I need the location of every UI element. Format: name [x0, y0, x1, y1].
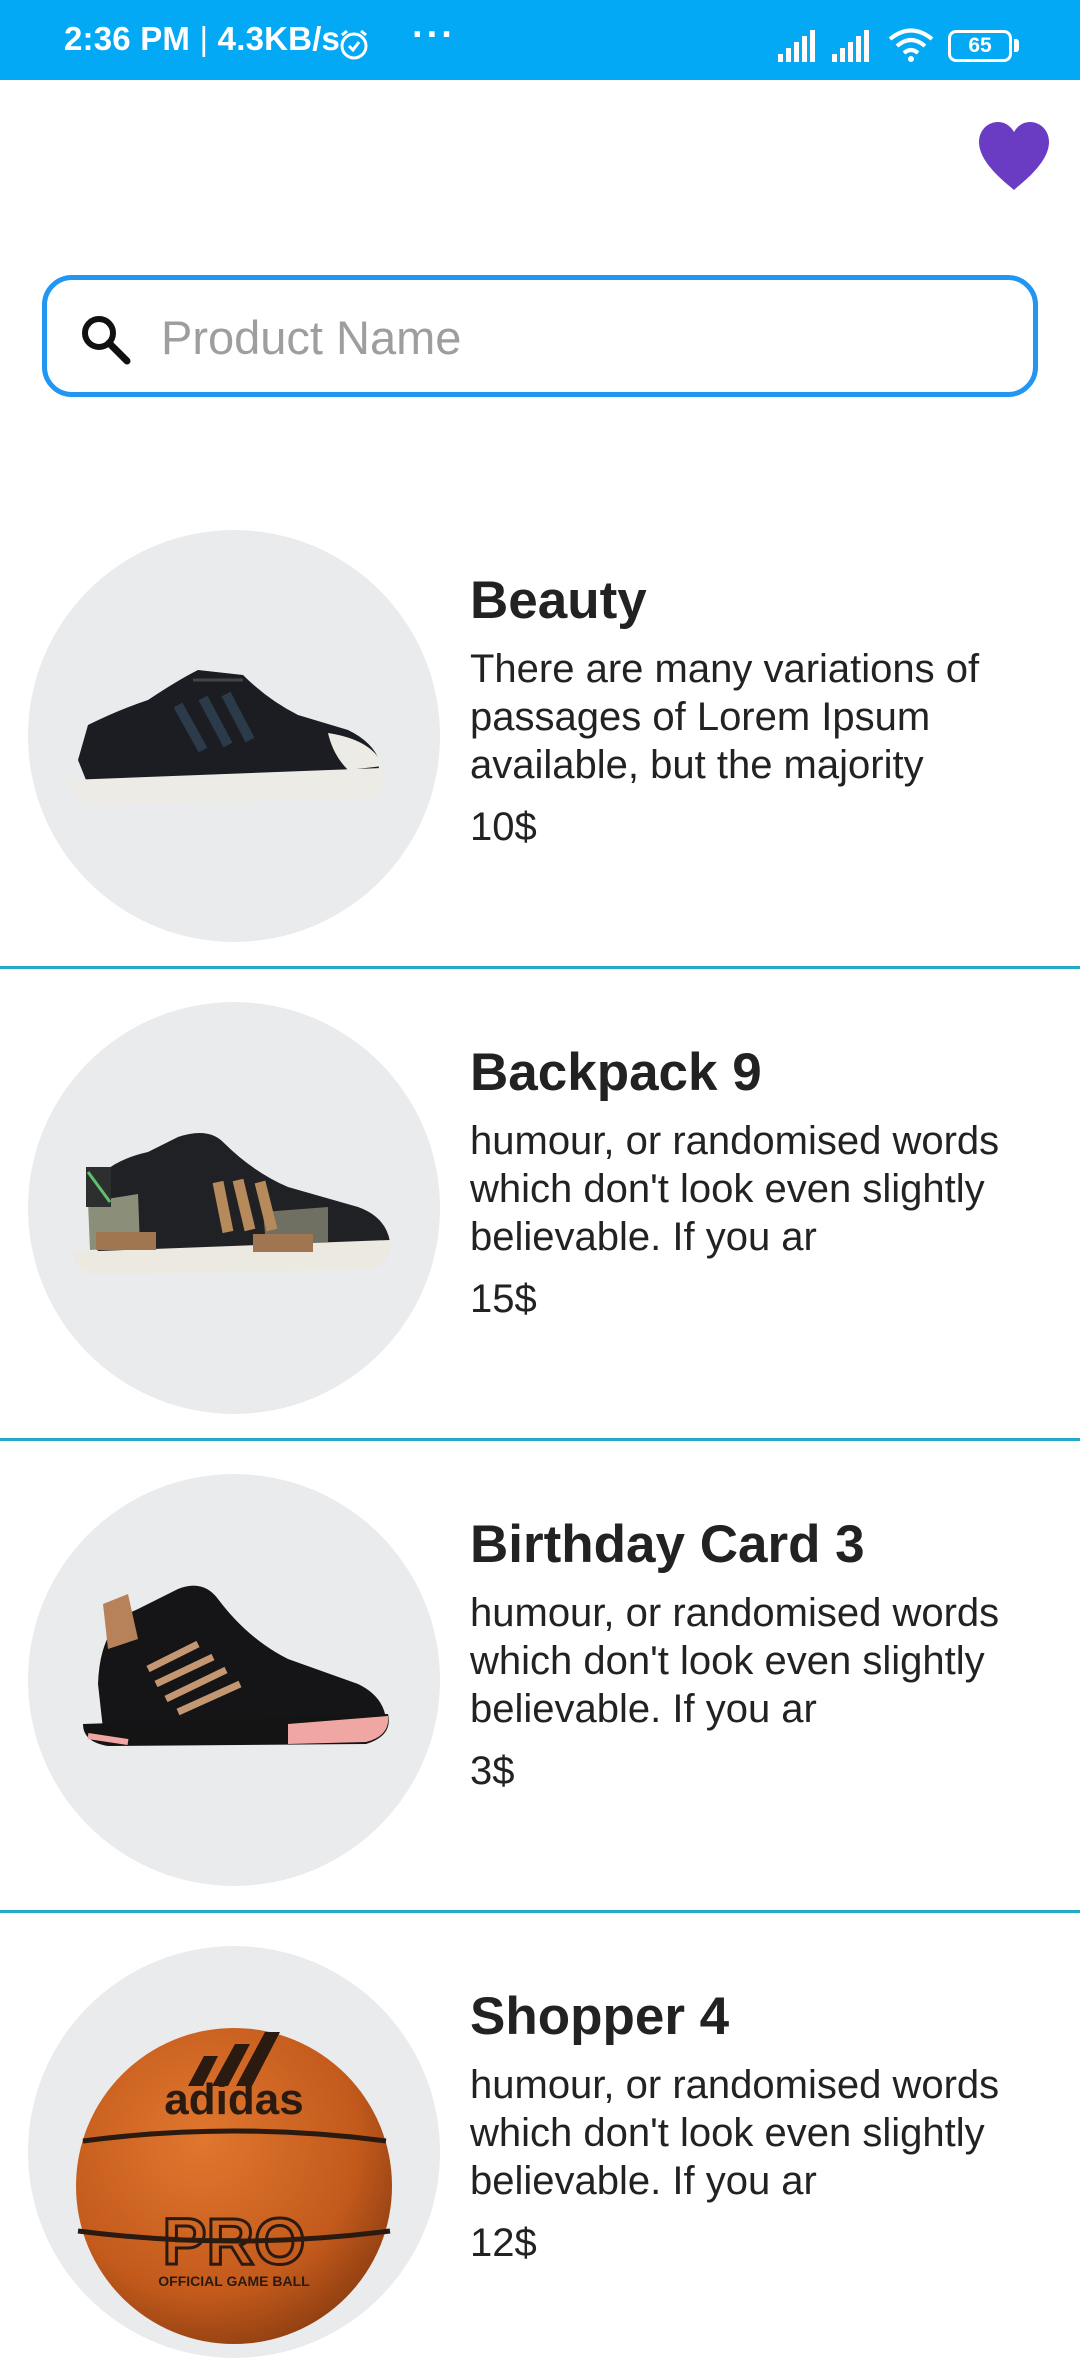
more-notifications-icon: ···	[412, 14, 456, 56]
ball-brand-text: adidas	[164, 2075, 303, 2124]
status-separator: |	[199, 20, 209, 57]
product-image-black-green-running-shoe	[28, 1002, 440, 1414]
product-title: Backpack 9	[470, 1043, 762, 1102]
product-image-black-basketball-shoe	[28, 1474, 440, 1886]
product-description: There are many variations of passages of…	[470, 647, 980, 787]
signal-icon	[778, 30, 815, 62]
product-description: humour, or randomised words which don't …	[470, 1591, 1000, 1731]
product-price: 12$	[470, 2221, 537, 2265]
list-item[interactable]: adidas PRO OFFICIAL GAME BALL Shopper 4 …	[0, 1891, 1080, 2361]
network-speed: 4.3KB/s	[217, 20, 341, 57]
product-description: humour, or randomised words which don't …	[470, 2063, 1000, 2203]
heart-icon[interactable]	[975, 120, 1053, 192]
product-description: humour, or randomised words which don't …	[470, 1119, 1000, 1259]
search-input[interactable]	[159, 300, 1003, 374]
ball-official-text: OFFICIAL GAME BALL	[158, 2273, 310, 2289]
status-bar: 2:36 PM | 4.3KB/s ··· 65	[0, 0, 1080, 80]
product-price: 3$	[470, 1749, 515, 1793]
product-title: Shopper 4	[470, 1987, 730, 2046]
wifi-icon	[888, 28, 934, 62]
battery-icon: 65	[948, 30, 1012, 62]
clock-text: 2:36 PM	[64, 20, 191, 57]
status-time: 2:36 PM | 4.3KB/s	[64, 20, 340, 58]
battery-tip	[1014, 39, 1019, 52]
list-item[interactable]: Birthday Card 3 humour, or randomised wo…	[0, 1419, 1080, 1913]
ball-pro-text: PRO	[162, 2204, 305, 2278]
product-price: 15$	[470, 1277, 537, 1321]
signal-icon-2	[832, 30, 869, 62]
alarm-icon	[340, 29, 368, 60]
product-title: Birthday Card 3	[470, 1515, 865, 1574]
product-price: 10$	[470, 805, 537, 849]
product-image-black-sneaker	[28, 530, 440, 942]
product-image-basketball: adidas PRO OFFICIAL GAME BALL	[28, 1946, 440, 2358]
list-item[interactable]: Backpack 9 humour, or randomised words w…	[0, 947, 1080, 1441]
product-title: Beauty	[470, 571, 647, 630]
search-icon	[82, 316, 131, 365]
search-bar[interactable]	[42, 275, 1038, 397]
list-item[interactable]: Beauty There are many variations of pass…	[0, 475, 1080, 969]
